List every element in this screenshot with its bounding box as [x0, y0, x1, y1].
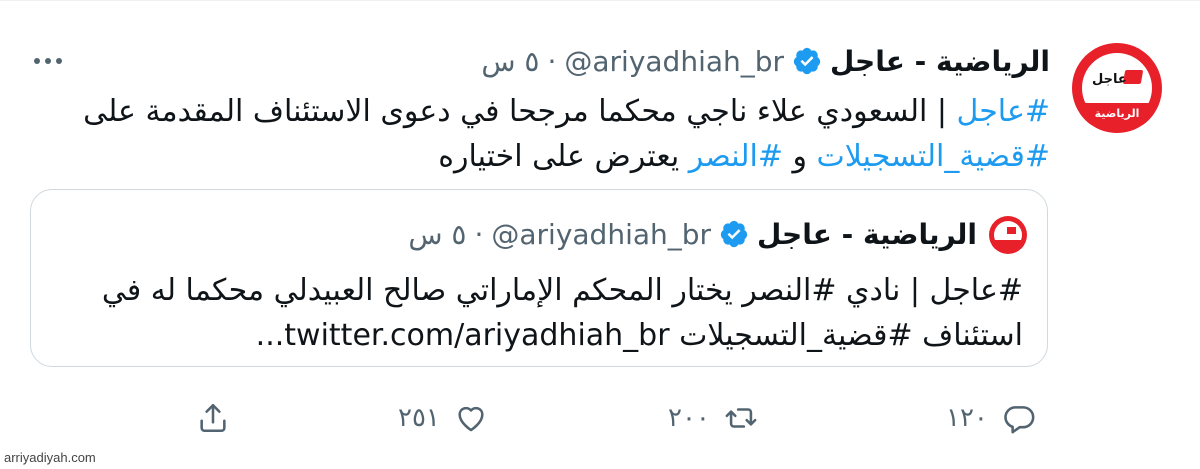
- like-count: ٢٥١: [398, 403, 440, 433]
- share-icon: [200, 403, 226, 433]
- retweet-icon: [725, 408, 757, 428]
- retweet-count: ٢٠٠: [668, 403, 710, 433]
- share-button[interactable]: [196, 393, 230, 443]
- author-avatar[interactable]: عاجل الرياضية: [1072, 43, 1162, 133]
- quoted-tweet-text: #عاجل | نادي #النصر يختار المحكم الإمارا…: [63, 268, 1023, 358]
- like-button[interactable]: ٢٥١: [398, 393, 488, 443]
- verified-badge-icon: [720, 220, 748, 248]
- separator-dot: ·: [547, 44, 557, 78]
- tweet-text-segment: و: [782, 139, 817, 174]
- quoted-tweet-header: الرياضية - عاجل @ariyadhiah_br · ٥ س: [408, 212, 977, 256]
- quoted-tweet[interactable]: الرياضية - عاجل @ariyadhiah_br · ٥ س #عا…: [30, 189, 1048, 367]
- reply-icon: [1004, 406, 1035, 434]
- tweet-text-line-1: #عاجل | السعودي علاء ناجي محكما مرجحا في…: [50, 89, 1050, 134]
- quoted-text-line-1: #عاجل | نادي #النصر يختار المحكم الإمارا…: [101, 273, 1023, 308]
- hashtag-link[interactable]: #عاجل: [957, 94, 1050, 129]
- verified-badge-icon: [793, 47, 821, 75]
- hashtag-link[interactable]: #النصر: [689, 139, 783, 174]
- tweet-card[interactable]: عاجل الرياضية الرياضية - عاجل @ariyadhia…: [0, 0, 1200, 469]
- tweet-header: الرياضية - عاجل @ariyadhiah_br · ٥ س: [481, 39, 1050, 83]
- more-options-icon[interactable]: [34, 49, 74, 69]
- tweet-text-segment: | السعودي علاء ناجي محكما مرجحا في دعوى …: [83, 94, 957, 129]
- quoted-author-handle: @ariyadhiah_br: [491, 217, 712, 251]
- avatar-logo: عاجل: [1092, 66, 1144, 96]
- tweet-actions: ١٢٠ ٢٠٠ ٢٥١: [0, 393, 1200, 443]
- reply-button[interactable]: ١٢٠: [946, 393, 1036, 443]
- author-name[interactable]: الرياضية - عاجل: [830, 45, 1050, 78]
- tweet-text-segment: يعترض على اختياره: [438, 139, 689, 174]
- reply-count: ١٢٠: [946, 403, 988, 433]
- tweet-time[interactable]: ٥ س: [481, 45, 539, 78]
- heart-icon: [458, 406, 484, 432]
- quoted-author-avatar: [989, 216, 1027, 254]
- quoted-author-name: الرياضية - عاجل: [757, 217, 977, 251]
- quoted-text-line-2: استئناف #قضية_التسجيلات twitter.com/ariy…: [255, 318, 1023, 353]
- tweet-text-line-2: #قضية_التسجيلات و #النصر يعترض على اختيا…: [50, 134, 1050, 179]
- hashtag-link[interactable]: #قضية_التسجيلات: [817, 139, 1050, 174]
- quoted-tweet-time: ٥ س: [408, 217, 467, 251]
- author-handle[interactable]: @ariyadhiah_br: [564, 45, 784, 78]
- tweet-text: #عاجل | السعودي علاء ناجي محكما مرجحا في…: [50, 89, 1050, 179]
- source-watermark: arriyadiyah.com: [4, 450, 96, 465]
- separator-dot: ·: [474, 217, 484, 251]
- retweet-button[interactable]: ٢٠٠: [668, 393, 758, 443]
- avatar-label: الرياضية: [1080, 103, 1154, 125]
